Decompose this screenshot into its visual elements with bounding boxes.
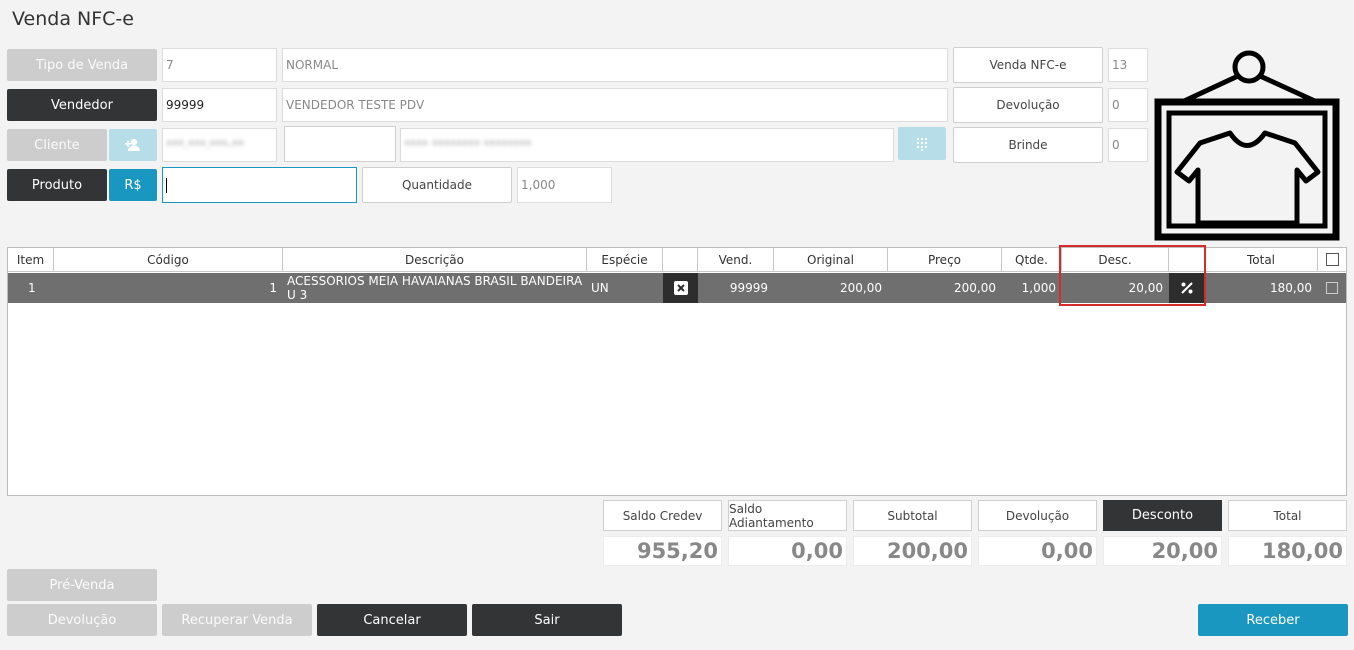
row-select-cell[interactable] <box>1318 273 1346 303</box>
desconto-value: 20,00 <box>1103 536 1222 566</box>
tipo-venda-code-field[interactable]: 7 <box>162 48 277 82</box>
close-box-icon <box>673 281 688 295</box>
select-all-checkbox[interactable] <box>1325 253 1339 266</box>
cancelar-button[interactable]: Cancelar <box>317 604 467 636</box>
cell-codigo: 1 <box>269 281 277 295</box>
cliente-button[interactable]: Cliente <box>7 129 107 161</box>
pre-venda-button[interactable]: Pré-Venda <box>7 569 157 601</box>
page-title: Venda NFC-e <box>12 8 134 30</box>
col-header-select[interactable] <box>1318 248 1346 272</box>
price-button[interactable]: R$ <box>109 169 157 201</box>
cell-qtde: 1,000 <box>1021 281 1056 295</box>
cliente-aux-field[interactable] <box>284 126 396 162</box>
cell-vend: 99999 <box>729 281 768 295</box>
add-client-button[interactable] <box>109 129 157 161</box>
col-header-original[interactable]: Original <box>774 248 888 272</box>
saldo-credev-value: 955,20 <box>603 536 722 566</box>
cliente-name-field: **** ******** ******** <box>400 128 894 162</box>
col-header-especie[interactable]: Espécie <box>587 248 663 272</box>
cell-total: 180,00 <box>1270 281 1312 295</box>
col-header-total[interactable]: Total <box>1205 248 1318 272</box>
col-header-preco[interactable]: Preço <box>888 248 1002 272</box>
sair-button[interactable]: Sair <box>472 604 622 636</box>
tipo-venda-button[interactable]: Tipo de Venda <box>7 49 157 81</box>
keypad-button[interactable] <box>898 127 946 160</box>
total-value: 180,00 <box>1228 536 1347 566</box>
total-label: Total <box>1228 500 1347 531</box>
cliente-name-value: **** ******** ******** <box>404 138 532 152</box>
keypad-icon <box>916 137 928 151</box>
col-header-item[interactable]: Item <box>8 248 54 272</box>
vendedor-button[interactable]: Vendedor <box>7 89 157 121</box>
devolucao-summary-label: Devolução <box>978 500 1097 531</box>
col-header-remove <box>663 248 698 272</box>
quantidade-field[interactable]: 1,000 <box>517 167 612 203</box>
devolucao-panel-button[interactable]: Devolução <box>953 87 1103 123</box>
venda-nfce-count: 13 <box>1108 48 1148 82</box>
cell-preco: 200,00 <box>954 281 996 295</box>
vendedor-desc-field: VENDEDOR TESTE PDV <box>282 88 948 122</box>
cliente-cpf-field[interactable]: ***.***.***-** <box>162 128 277 162</box>
discount-highlight <box>1059 245 1206 306</box>
cell-descricao: ACESSORIOS MEIA HAVAIANAS BRASIL BANDEIR… <box>287 274 583 302</box>
saldo-adiantamento-value: 0,00 <box>728 536 847 566</box>
cell-especie: UN <box>591 281 609 295</box>
desconto-label[interactable]: Desconto <box>1103 500 1222 531</box>
brinde-count: 0 <box>1108 128 1148 162</box>
cell-item: 1 <box>28 281 36 295</box>
venda-nfce-button[interactable]: Venda NFC-e <box>953 47 1103 83</box>
text-cursor <box>166 177 167 193</box>
cliente-cpf-value: ***.***.***-** <box>166 138 244 152</box>
produto-button[interactable]: Produto <box>7 169 107 201</box>
saldo-credev-label: Saldo Credev <box>603 500 722 531</box>
hanging-tshirt-icon <box>1154 50 1340 241</box>
receber-button[interactable]: Receber <box>1198 604 1348 636</box>
devolucao-count: 0 <box>1108 88 1148 122</box>
row-checkbox[interactable] <box>1326 282 1338 294</box>
remove-item-button[interactable] <box>663 273 698 303</box>
col-header-codigo[interactable]: Código <box>54 248 283 272</box>
quantidade-button[interactable]: Quantidade <box>362 167 512 203</box>
subtotal-label: Subtotal <box>853 500 972 531</box>
saldo-adiantamento-label: Saldo Adiantamento <box>728 500 847 531</box>
devolucao-button[interactable]: Devolução <box>7 604 157 636</box>
produto-input[interactable] <box>162 167 357 203</box>
col-header-vend[interactable]: Vend. <box>698 248 774 272</box>
add-user-icon <box>125 138 140 151</box>
devolucao-summary-value: 0,00 <box>978 536 1097 566</box>
brinde-button[interactable]: Brinde <box>953 127 1103 163</box>
col-header-descricao[interactable]: Descrição <box>283 248 587 272</box>
cell-original: 200,00 <box>840 281 882 295</box>
tipo-venda-desc-field: NORMAL <box>282 48 948 82</box>
recuperar-venda-button[interactable]: Recuperar Venda <box>162 604 312 636</box>
subtotal-value: 200,00 <box>853 536 972 566</box>
vendedor-code-field[interactable]: 99999 <box>162 88 277 122</box>
col-header-qtde[interactable]: Qtde. <box>1002 248 1062 272</box>
